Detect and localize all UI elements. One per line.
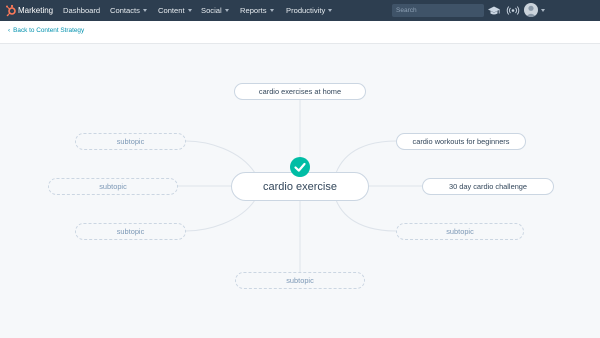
topic-node[interactable]: 30 day cardio challenge	[422, 178, 554, 195]
subtopic-label: subtopic	[99, 182, 127, 191]
pillar-topic-label: cardio exercise	[263, 180, 337, 193]
subtopic-label: subtopic	[116, 137, 145, 146]
topic-node[interactable]: cardio workouts for beginners	[396, 133, 526, 150]
subtopic-label: subtopic	[446, 227, 474, 236]
subtopic-placeholder-node[interactable]: subtopic	[75, 223, 186, 240]
subtopic-placeholder-node[interactable]: subtopic	[235, 272, 365, 289]
subtopic-label: subtopic	[286, 276, 314, 285]
connector-upper-left	[185, 140, 256, 174]
connector-lower-left	[185, 199, 256, 232]
topic-node[interactable]: cardio exercises at home	[234, 83, 366, 100]
subtopic-placeholder-node[interactable]: subtopic	[396, 223, 524, 240]
topic-label: cardio workouts for beginners	[412, 137, 510, 146]
topic-label: 30 day cardio challenge	[448, 182, 528, 191]
connector-upper-right	[335, 140, 397, 174]
subtopic-placeholder-node[interactable]: subtopic	[48, 178, 178, 195]
topic-label: cardio exercises at home	[258, 87, 342, 96]
subtopic-label: subtopic	[116, 227, 145, 236]
subtopic-placeholder-node[interactable]: subtopic	[75, 133, 186, 150]
connector-lower-right	[335, 199, 397, 232]
check-icon	[290, 157, 310, 177]
